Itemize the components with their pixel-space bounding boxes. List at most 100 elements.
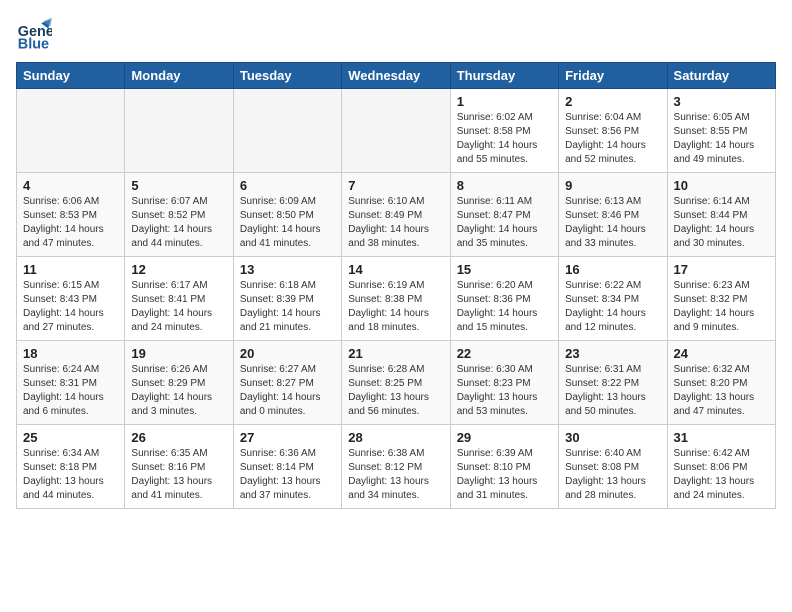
- day-cell: [342, 89, 450, 173]
- header-row: SundayMondayTuesdayWednesdayThursdayFrid…: [17, 63, 776, 89]
- day-cell: [233, 89, 341, 173]
- day-info: Sunrise: 6:22 AM Sunset: 8:34 PM Dayligh…: [565, 279, 660, 335]
- day-number: 15: [457, 262, 552, 277]
- day-info: Sunrise: 6:19 AM Sunset: 8:38 PM Dayligh…: [348, 279, 443, 335]
- day-number: 13: [240, 262, 335, 277]
- day-cell: 29Sunrise: 6:39 AM Sunset: 8:10 PM Dayli…: [450, 425, 558, 509]
- day-info: Sunrise: 6:36 AM Sunset: 8:14 PM Dayligh…: [240, 447, 335, 503]
- calendar-header: SundayMondayTuesdayWednesdayThursdayFrid…: [17, 63, 776, 89]
- day-info: Sunrise: 6:10 AM Sunset: 8:49 PM Dayligh…: [348, 195, 443, 251]
- day-number: 31: [674, 430, 769, 445]
- day-cell: 8 Sunrise: 6:11 AM Sunset: 8:47 PM Daylig…: [450, 173, 558, 257]
- day-info: Sunrise: 6:05 AM Sunset: 8:55 PM Dayligh…: [674, 111, 769, 167]
- day-info: Sunrise: 6:42 AM Sunset: 8:06 PM Dayligh…: [674, 447, 769, 503]
- day-cell: 5 Sunrise: 6:07 AM Sunset: 8:52 PM Daylig…: [125, 173, 233, 257]
- day-cell: 3 Sunrise: 6:05 AM Sunset: 8:55 PM Daylig…: [667, 89, 775, 173]
- day-number: 2: [565, 94, 660, 109]
- header-cell-sunday: Sunday: [17, 63, 125, 89]
- day-cell: 15Sunrise: 6:20 AM Sunset: 8:36 PM Dayli…: [450, 257, 558, 341]
- day-cell: 22 Sunrise: 6:30 AM Sunset: 8:23 PM Dayli…: [450, 341, 558, 425]
- day-number: 26: [131, 430, 226, 445]
- day-number: 14: [348, 262, 443, 277]
- day-cell: 2 Sunrise: 6:04 AM Sunset: 8:56 PM Daylig…: [559, 89, 667, 173]
- day-number: 17: [674, 262, 769, 277]
- day-number: 19: [131, 346, 226, 361]
- day-number: 7: [348, 178, 443, 193]
- day-cell: [17, 89, 125, 173]
- day-cell: 18Sunrise: 6:24 AM Sunset: 8:31 PM Dayli…: [17, 341, 125, 425]
- header-cell-friday: Friday: [559, 63, 667, 89]
- day-cell: 10 Sunrise: 6:14 AM Sunset: 8:44 PM Dayli…: [667, 173, 775, 257]
- day-info: Sunrise: 6:02 AM Sunset: 8:58 PM Dayligh…: [457, 111, 552, 167]
- day-info: Sunrise: 6:31 AM Sunset: 8:22 PM Dayligh…: [565, 363, 660, 419]
- day-info: Sunrise: 6:27 AM Sunset: 8:27 PM Dayligh…: [240, 363, 335, 419]
- day-number: 6: [240, 178, 335, 193]
- day-cell: 24 Sunrise: 6:32 AM Sunset: 8:20 PM Dayli…: [667, 341, 775, 425]
- day-number: 9: [565, 178, 660, 193]
- week-row-1: 1 Sunrise: 6:02 AM Sunset: 8:58 PM Daylig…: [17, 89, 776, 173]
- day-number: 8: [457, 178, 552, 193]
- day-cell: 9Sunrise: 6:13 AM Sunset: 8:46 PM Daylig…: [559, 173, 667, 257]
- svg-text:Blue: Blue: [18, 36, 49, 52]
- day-number: 16: [565, 262, 660, 277]
- day-number: 27: [240, 430, 335, 445]
- day-info: Sunrise: 6:28 AM Sunset: 8:25 PM Dayligh…: [348, 363, 443, 419]
- day-number: 3: [674, 94, 769, 109]
- day-info: Sunrise: 6:11 AM Sunset: 8:47 PM Dayligh…: [457, 195, 552, 251]
- day-info: Sunrise: 6:32 AM Sunset: 8:20 PM Dayligh…: [674, 363, 769, 419]
- day-number: 11: [23, 262, 118, 277]
- day-cell: 26 Sunrise: 6:35 AM Sunset: 8:16 PM Dayli…: [125, 425, 233, 509]
- day-cell: 4 Sunrise: 6:06 AM Sunset: 8:53 PM Daylig…: [17, 173, 125, 257]
- day-cell: 19 Sunrise: 6:26 AM Sunset: 8:29 PM Dayli…: [125, 341, 233, 425]
- day-info: Sunrise: 6:15 AM Sunset: 8:43 PM Dayligh…: [23, 279, 118, 335]
- day-info: Sunrise: 6:34 AM Sunset: 8:18 PM Dayligh…: [23, 447, 118, 503]
- day-number: 12: [131, 262, 226, 277]
- day-info: Sunrise: 6:18 AM Sunset: 8:39 PM Dayligh…: [240, 279, 335, 335]
- day-cell: 12Sunrise: 6:17 AM Sunset: 8:41 PM Dayli…: [125, 257, 233, 341]
- day-number: 25: [23, 430, 118, 445]
- day-info: Sunrise: 6:07 AM Sunset: 8:52 PM Dayligh…: [131, 195, 226, 251]
- week-row-2: 4 Sunrise: 6:06 AM Sunset: 8:53 PM Daylig…: [17, 173, 776, 257]
- day-number: 24: [674, 346, 769, 361]
- day-info: Sunrise: 6:14 AM Sunset: 8:44 PM Dayligh…: [674, 195, 769, 251]
- day-number: 18: [23, 346, 118, 361]
- logo: General Blue: [16, 16, 56, 52]
- day-info: Sunrise: 6:38 AM Sunset: 8:12 PM Dayligh…: [348, 447, 443, 503]
- day-cell: 11 Sunrise: 6:15 AM Sunset: 8:43 PM Dayli…: [17, 257, 125, 341]
- day-number: 23: [565, 346, 660, 361]
- page-header: General Blue: [16, 16, 776, 52]
- day-number: 22: [457, 346, 552, 361]
- day-cell: 31 Sunrise: 6:42 AM Sunset: 8:06 PM Dayli…: [667, 425, 775, 509]
- week-row-5: 25 Sunrise: 6:34 AM Sunset: 8:18 PM Dayli…: [17, 425, 776, 509]
- header-cell-saturday: Saturday: [667, 63, 775, 89]
- day-cell: 1 Sunrise: 6:02 AM Sunset: 8:58 PM Daylig…: [450, 89, 558, 173]
- header-cell-wednesday: Wednesday: [342, 63, 450, 89]
- day-info: Sunrise: 6:06 AM Sunset: 8:53 PM Dayligh…: [23, 195, 118, 251]
- day-number: 4: [23, 178, 118, 193]
- day-cell: 21Sunrise: 6:28 AM Sunset: 8:25 PM Dayli…: [342, 341, 450, 425]
- day-info: Sunrise: 6:35 AM Sunset: 8:16 PM Dayligh…: [131, 447, 226, 503]
- day-cell: 7 Sunrise: 6:10 AM Sunset: 8:49 PM Daylig…: [342, 173, 450, 257]
- day-info: Sunrise: 6:09 AM Sunset: 8:50 PM Dayligh…: [240, 195, 335, 251]
- day-number: 1: [457, 94, 552, 109]
- day-cell: 30 Sunrise: 6:40 AM Sunset: 8:08 PM Dayli…: [559, 425, 667, 509]
- day-info: Sunrise: 6:30 AM Sunset: 8:23 PM Dayligh…: [457, 363, 552, 419]
- day-info: Sunrise: 6:26 AM Sunset: 8:29 PM Dayligh…: [131, 363, 226, 419]
- day-info: Sunrise: 6:40 AM Sunset: 8:08 PM Dayligh…: [565, 447, 660, 503]
- day-number: 5: [131, 178, 226, 193]
- day-cell: [125, 89, 233, 173]
- day-number: 10: [674, 178, 769, 193]
- header-cell-thursday: Thursday: [450, 63, 558, 89]
- day-cell: 27 Sunrise: 6:36 AM Sunset: 8:14 PM Dayli…: [233, 425, 341, 509]
- day-info: Sunrise: 6:39 AM Sunset: 8:10 PM Dayligh…: [457, 447, 552, 503]
- day-info: Sunrise: 6:23 AM Sunset: 8:32 PM Dayligh…: [674, 279, 769, 335]
- day-info: Sunrise: 6:04 AM Sunset: 8:56 PM Dayligh…: [565, 111, 660, 167]
- calendar-body: 1 Sunrise: 6:02 AM Sunset: 8:58 PM Daylig…: [17, 89, 776, 509]
- day-cell: 6 Sunrise: 6:09 AM Sunset: 8:50 PM Daylig…: [233, 173, 341, 257]
- day-number: 30: [565, 430, 660, 445]
- week-row-3: 11 Sunrise: 6:15 AM Sunset: 8:43 PM Dayli…: [17, 257, 776, 341]
- day-cell: 25 Sunrise: 6:34 AM Sunset: 8:18 PM Dayli…: [17, 425, 125, 509]
- day-cell: 28Sunrise: 6:38 AM Sunset: 8:12 PM Dayli…: [342, 425, 450, 509]
- logo-icon: General Blue: [16, 16, 52, 52]
- day-cell: 14 Sunrise: 6:19 AM Sunset: 8:38 PM Dayli…: [342, 257, 450, 341]
